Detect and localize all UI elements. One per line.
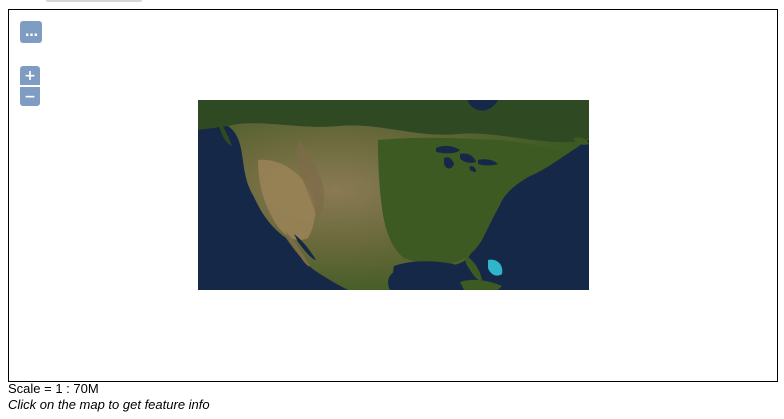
satellite-map-image[interactable] [198,100,589,290]
layer-menu-button[interactable]: … [20,21,42,43]
ellipsis-icon: … [25,24,38,40]
top-tab-edge [46,0,142,2]
scale-readout: Scale = 1 : 70M [8,381,99,396]
zoom-in-button[interactable]: + [20,66,40,85]
zoom-out-button[interactable]: − [20,87,40,106]
feature-info-hint: Click on the map to get feature info [8,397,210,412]
map-viewport[interactable]: … + − [8,9,778,382]
